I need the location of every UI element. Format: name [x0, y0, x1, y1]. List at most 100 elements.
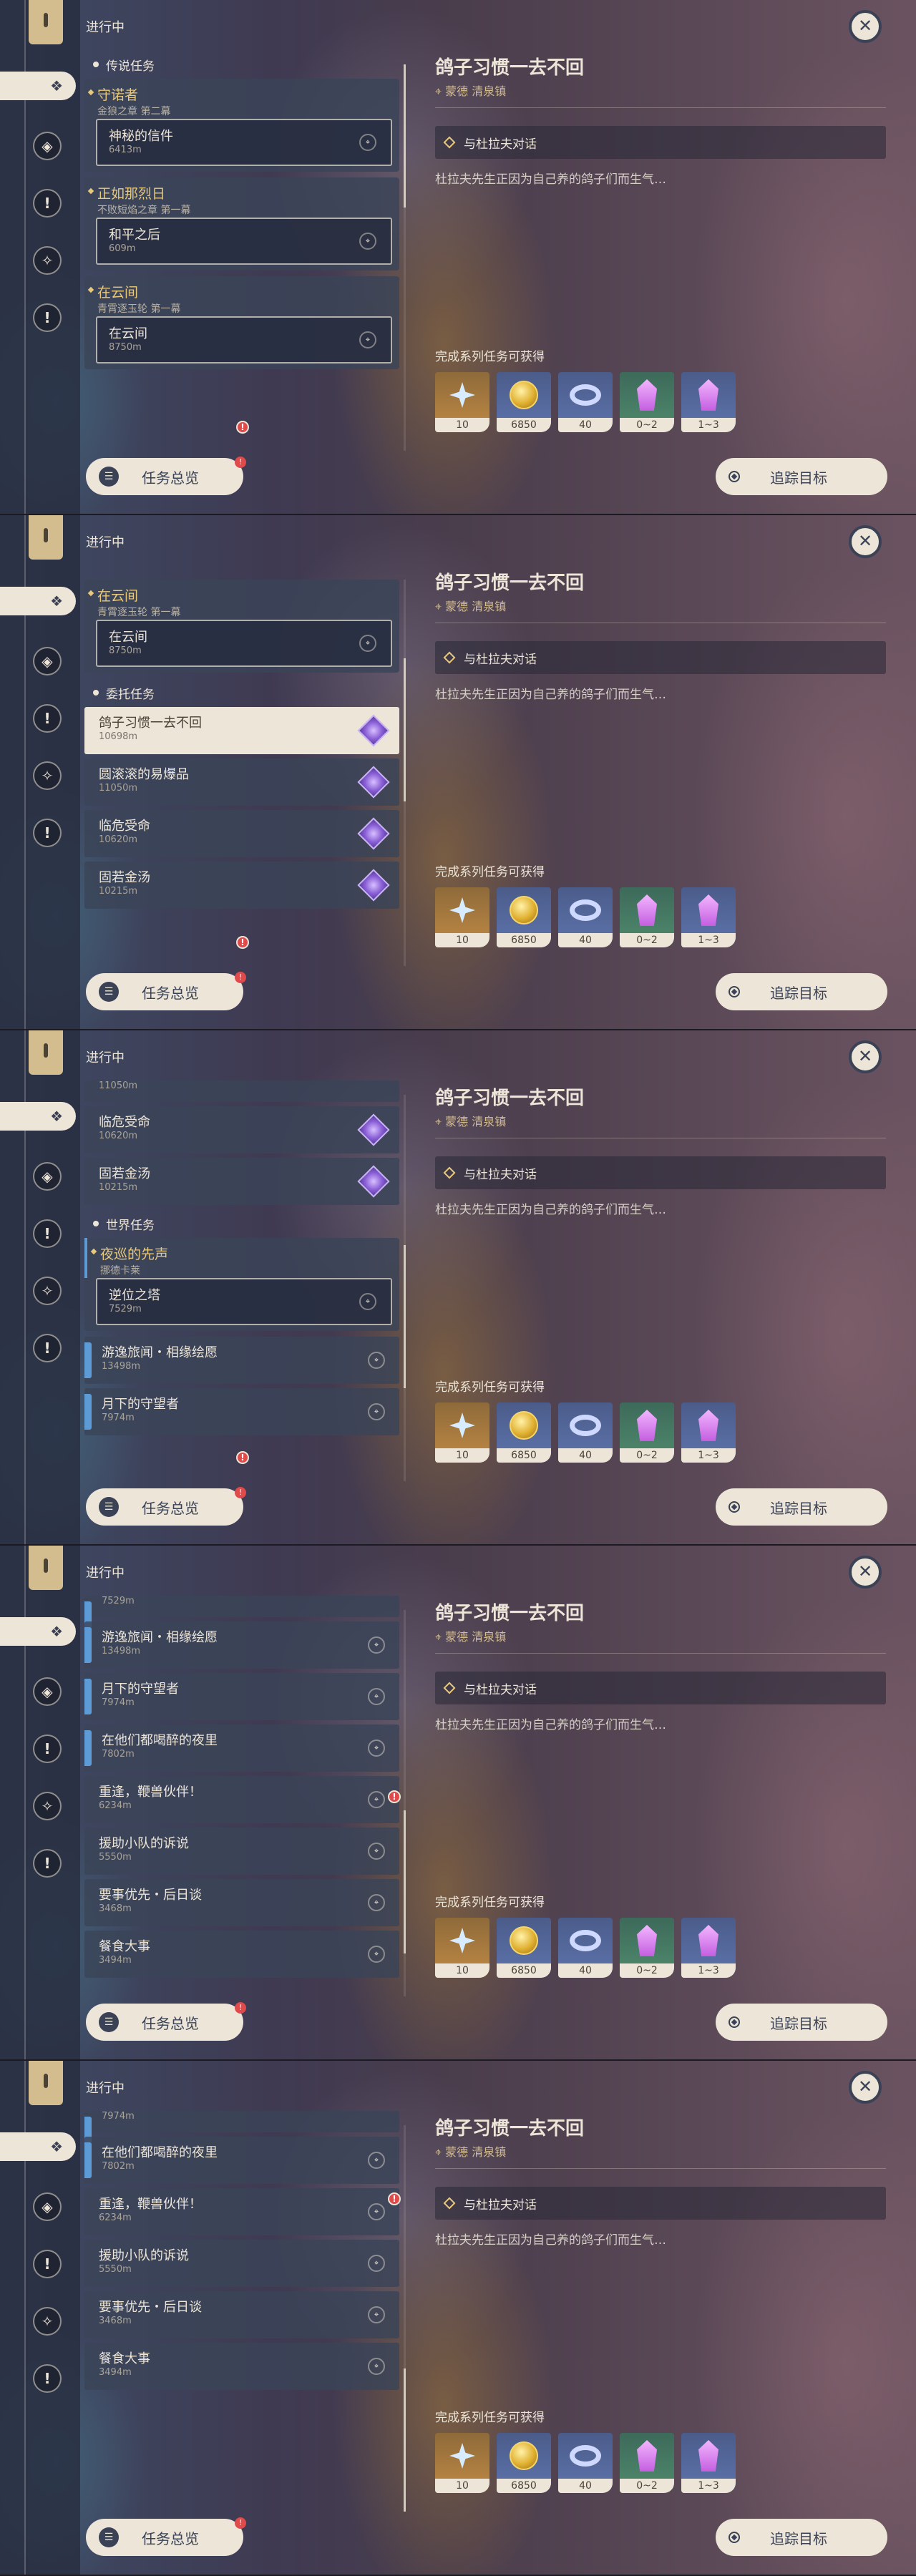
- archon-quest-filter-button[interactable]: ◈: [33, 132, 62, 160]
- commission-filter-button[interactable]: ✧: [33, 1792, 62, 1820]
- quest-book-tab[interactable]: [29, 515, 63, 560]
- reward-item[interactable]: 10: [435, 1402, 489, 1463]
- location-pin-icon[interactable]: ⌖: [359, 635, 376, 652]
- track-objective-button[interactable]: 追踪目标: [716, 458, 887, 495]
- location-pin-icon[interactable]: ⌖: [368, 1791, 385, 1808]
- group-head[interactable]: 夜巡的先声 挪德卡莱: [84, 1238, 399, 1278]
- commission-item[interactable]: 临危受命 10620m: [84, 810, 399, 857]
- reward-item[interactable]: 40: [558, 887, 613, 947]
- commission-item[interactable]: 圆滚滚的易爆品 11050m: [84, 758, 399, 806]
- close-button[interactable]: ✕: [849, 2071, 882, 2104]
- reward-item[interactable]: 10: [435, 1918, 489, 1978]
- quest-overview-button[interactable]: ☰ 任务总览!: [86, 1487, 246, 1526]
- location-pin-icon[interactable]: ⌖: [368, 2203, 385, 2220]
- reward-item[interactable]: 6850: [497, 887, 551, 947]
- quest-overview-button[interactable]: ☰ 任务总览!: [86, 2517, 246, 2556]
- story-quest-filter-button[interactable]: !: [33, 704, 62, 733]
- location-pin-icon[interactable]: ⌖: [368, 1843, 385, 1860]
- quest-book-tab[interactable]: [29, 2061, 63, 2105]
- group-head[interactable]: 在云间 青霄逐玉轮 第一幕: [84, 276, 399, 316]
- world-item[interactable]: 重逢，鞭兽伙伴！ 6234m ⌖: [84, 2188, 399, 2235]
- location-pin-icon[interactable]: ⌖: [359, 233, 376, 250]
- world-quest-filter-button[interactable]: !: [33, 2364, 62, 2393]
- location-pin-icon[interactable]: ⌖: [359, 331, 376, 348]
- sub-quest[interactable]: 和平之后 609m ⌖: [96, 218, 392, 265]
- quest-list[interactable]: 11050m 临危受命 10620m 固若金汤 10215m 世界任务 夜巡的先声挪…: [84, 1080, 399, 1478]
- group-head[interactable]: 守诺者 金狼之章 第二幕: [84, 79, 399, 119]
- location-pin-icon[interactable]: ⌖: [359, 1293, 376, 1310]
- scroll-thumb[interactable]: [404, 1810, 406, 1953]
- sub-quest[interactable]: 神秘的信件 6413m ⌖: [96, 119, 392, 166]
- scroll-thumb[interactable]: [404, 2368, 406, 2512]
- archon-quest-filter-button[interactable]: ◈: [33, 1677, 62, 1706]
- quest-overview-button[interactable]: ☰ 任务总览!: [86, 972, 246, 1010]
- commission-item[interactable]: 固若金汤 10215m: [84, 1158, 399, 1205]
- world-item-partial[interactable]: 7974m: [84, 2111, 399, 2152]
- world-item[interactable]: 在他们都喝醉的夜里 7802m ⌖: [84, 1724, 399, 1772]
- commission-filter-button[interactable]: ✧: [33, 246, 62, 275]
- reward-item[interactable]: 1~3: [681, 887, 736, 947]
- track-objective-button[interactable]: 追踪目标: [716, 1488, 887, 1526]
- commission-item-selected[interactable]: 鸽子习惯一去不回 10698m: [84, 707, 399, 754]
- commission-filter-button[interactable]: ✧: [33, 1277, 62, 1305]
- quest-group[interactable]: 正如那烈日 不败短焰之章 第一幕 和平之后 609m ⌖: [84, 177, 399, 270]
- reward-item[interactable]: 0~2: [620, 2433, 674, 2493]
- reward-item[interactable]: 0~2: [620, 1402, 674, 1463]
- location-pin-icon[interactable]: ⌖: [368, 1636, 385, 1654]
- commission-item[interactable]: 临危受命 10620m: [84, 1106, 399, 1153]
- quest-group[interactable]: 在云间 青霄逐玉轮 第一幕 在云间 8750m ⌖: [84, 276, 399, 369]
- story-quest-filter-button[interactable]: !: [33, 1219, 62, 1248]
- reward-item[interactable]: 0~2: [620, 1918, 674, 1978]
- sub-quest[interactable]: 在云间 8750m ⌖: [96, 620, 392, 667]
- location-pin-icon[interactable]: ⌖: [368, 1688, 385, 1705]
- commission-item[interactable]: 固若金汤 10215m: [84, 862, 399, 909]
- quest-list[interactable]: 7974m 在他们都喝醉的夜里 7802m ⌖ 重逢，鞭兽伙伴！ 6234m ⌖ 援助小…: [84, 2111, 399, 2509]
- track-objective-button[interactable]: 追踪目标: [716, 2004, 887, 2041]
- world-quest-filter-button[interactable]: !: [33, 1334, 62, 1362]
- location-pin-icon[interactable]: ⌖: [368, 1403, 385, 1420]
- reward-item[interactable]: 6850: [497, 372, 551, 432]
- reward-item[interactable]: 40: [558, 1402, 613, 1463]
- all-quests-filter-button[interactable]: ❖: [0, 72, 76, 100]
- world-item[interactable]: 月下的守望者 7974m ⌖: [84, 1673, 399, 1720]
- story-quest-filter-button[interactable]: !: [33, 2250, 62, 2278]
- world-item[interactable]: 月下的守望者 7974m ⌖: [84, 1388, 399, 1435]
- story-quest-filter-button[interactable]: !: [33, 189, 62, 218]
- world-item[interactable]: 餐食大事 3494m ⌖: [84, 1931, 399, 1978]
- reward-item[interactable]: 10: [435, 372, 489, 432]
- scroll-thumb[interactable]: [404, 658, 406, 801]
- all-quests-filter-button[interactable]: ❖: [0, 2132, 76, 2161]
- quest-group[interactable]: 在云间 青霄逐玉轮 第一幕 在云间 8750m ⌖: [84, 580, 399, 673]
- location-pin-icon[interactable]: ⌖: [368, 2358, 385, 2375]
- quest-overview-button[interactable]: ☰ 任务总览!: [86, 457, 246, 495]
- track-objective-button[interactable]: 追踪目标: [716, 2519, 887, 2556]
- location-pin-icon[interactable]: ⌖: [368, 1352, 385, 1369]
- story-quest-filter-button[interactable]: !: [33, 1735, 62, 1763]
- reward-item[interactable]: 0~2: [620, 887, 674, 947]
- world-item[interactable]: 餐食大事 3494m ⌖: [84, 2343, 399, 2390]
- reward-item[interactable]: 0~2: [620, 372, 674, 432]
- reward-item[interactable]: 1~3: [681, 372, 736, 432]
- reward-item[interactable]: 1~3: [681, 1402, 736, 1463]
- world-item[interactable]: 在他们都喝醉的夜里 7802m ⌖: [84, 2137, 399, 2184]
- reward-item[interactable]: 40: [558, 2433, 613, 2493]
- world-item[interactable]: 援助小队的诉说 5550m ⌖: [84, 2240, 399, 2287]
- location-pin-icon[interactable]: ⌖: [368, 2255, 385, 2272]
- quest-book-tab[interactable]: [29, 1030, 63, 1075]
- world-quest-group[interactable]: 夜巡的先声 挪德卡莱 逆位之塔 7529m ⌖: [84, 1238, 399, 1331]
- track-objective-button[interactable]: 追踪目标: [716, 973, 887, 1010]
- location-pin-icon[interactable]: ⌖: [368, 2306, 385, 2323]
- quest-book-tab[interactable]: [29, 1546, 63, 1590]
- group-head[interactable]: 正如那烈日 不败短焰之章 第一幕: [84, 177, 399, 218]
- world-quest-filter-button[interactable]: !: [33, 303, 62, 332]
- world-item[interactable]: 重逢，鞭兽伙伴！ 6234m ⌖: [84, 1776, 399, 1823]
- quest-list[interactable]: 传说任务 守诺者 金狼之章 第二幕 神秘的信件 6413m ⌖ 正如那烈日 不败短焰之章…: [84, 50, 399, 448]
- location-pin-icon[interactable]: ⌖: [368, 1894, 385, 1911]
- world-item[interactable]: 游逸旅闻・相缘绘愿 13498m ⌖: [84, 1337, 399, 1384]
- world-item-partial[interactable]: 7529m: [84, 1596, 399, 1637]
- location-pin-icon[interactable]: ⌖: [368, 1946, 385, 1963]
- commission-filter-button[interactable]: ✧: [33, 2307, 62, 2336]
- reward-item[interactable]: 6850: [497, 1918, 551, 1978]
- location-pin-icon[interactable]: ⌖: [368, 2152, 385, 2169]
- world-item[interactable]: 游逸旅闻・相缘绘愿 13498m ⌖: [84, 1621, 399, 1669]
